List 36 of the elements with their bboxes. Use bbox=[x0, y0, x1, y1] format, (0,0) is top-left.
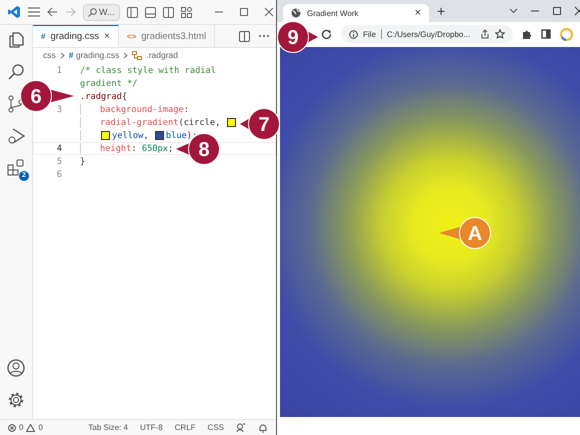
code-token: : bbox=[131, 144, 138, 154]
line-number: 3 bbox=[56, 104, 62, 114]
breadcrumb[interactable]: .radgrad bbox=[146, 50, 178, 60]
line-number: 1 bbox=[56, 66, 62, 76]
code-token: background-image bbox=[100, 104, 184, 114]
code-token: yellow bbox=[112, 130, 144, 140]
code-token: height bbox=[100, 144, 132, 154]
code-token: , bbox=[143, 130, 150, 140]
editor-tab[interactable]: <> gradients3.html bbox=[118, 25, 216, 47]
code-token: gradient */ bbox=[80, 78, 138, 88]
search-field[interactable]: W... bbox=[83, 4, 120, 20]
code-token: .radgrad bbox=[80, 92, 122, 102]
line-number: 5 bbox=[56, 156, 62, 166]
code-token: blue bbox=[166, 130, 187, 140]
warning-count[interactable]: 0 bbox=[38, 423, 43, 432]
code-token: /* class style with radial bbox=[80, 66, 216, 76]
address-bar[interactable]: File C:/Users/Guy/Dropbo... bbox=[341, 25, 514, 43]
error-count[interactable]: 0 bbox=[19, 423, 24, 432]
code-token: 650px bbox=[142, 144, 168, 154]
editor-tab[interactable]: # grading.css × bbox=[33, 25, 119, 47]
line-number: 4 bbox=[56, 144, 62, 154]
browser-tab[interactable]: Gradient Work × bbox=[283, 4, 429, 22]
code-token: : bbox=[184, 104, 189, 114]
code-token: (circle, bbox=[178, 118, 222, 128]
status-item[interactable]: UTF-8 bbox=[140, 423, 163, 432]
breadcrumb[interactable]: css bbox=[43, 50, 56, 60]
code-token: ; bbox=[168, 144, 174, 154]
status-item[interactable]: Tab Size: 4 bbox=[88, 423, 128, 432]
code-token: radial-gradient bbox=[100, 118, 178, 128]
code-token: } bbox=[80, 156, 86, 166]
code-token: { bbox=[122, 92, 128, 102]
new-tab-button[interactable]: + bbox=[437, 3, 446, 19]
status-item[interactable]: CRLF bbox=[174, 423, 196, 432]
line-number: 6 bbox=[56, 170, 62, 180]
breadcrumb[interactable]: # grading.css bbox=[68, 50, 120, 60]
status-item[interactable]: CSS bbox=[208, 423, 224, 432]
